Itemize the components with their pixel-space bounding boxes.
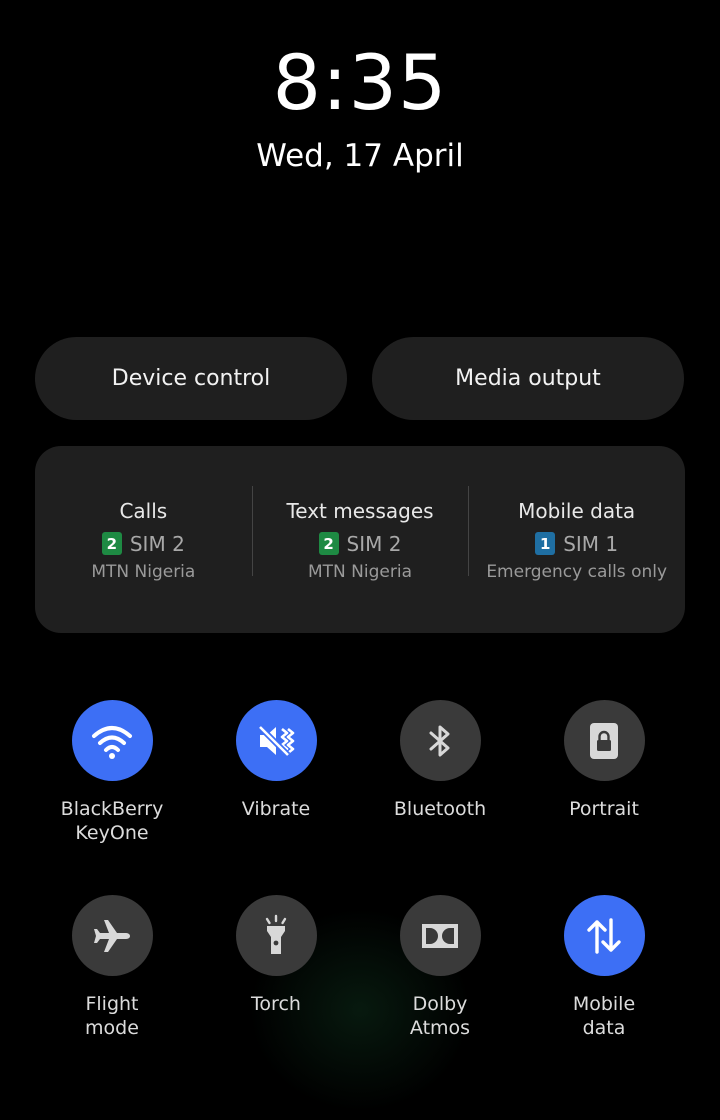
dolby-icon — [422, 923, 458, 948]
sim-setting-title: Mobile data — [518, 498, 636, 523]
tile-label: Dolby Atmos — [409, 993, 471, 1039]
tile-torch[interactable]: Torch — [194, 895, 358, 1016]
media-output-button[interactable]: Media output — [372, 337, 684, 420]
portrait-toggle[interactable] — [563, 700, 645, 781]
airplane-icon — [94, 919, 130, 952]
wifi-toggle[interactable] — [71, 700, 153, 781]
sim-setting-title: Text messages — [286, 498, 434, 523]
vibrate-toggle[interactable] — [235, 700, 317, 781]
sim-label: SIM 1 — [563, 531, 619, 556]
mobile-data-toggle[interactable] — [563, 895, 645, 976]
tile-label: Bluetooth — [393, 798, 487, 820]
sim-label: SIM 2 — [346, 531, 402, 556]
clock-date: Wed, 17 April — [256, 138, 464, 174]
tile-portrait[interactable]: Portrait — [522, 700, 686, 821]
tile-flight-mode[interactable]: Flight mode — [30, 895, 194, 1040]
torch-toggle[interactable] — [235, 895, 317, 976]
sim-carrier: Emergency calls only — [486, 561, 668, 582]
sim-card-icon: 2 — [101, 532, 122, 555]
sim-carrier: MTN Nigeria — [308, 561, 412, 582]
portrait-lock-icon — [590, 722, 618, 759]
sim-row: 2 SIM 2 — [101, 531, 185, 556]
tile-label: Mobile data — [572, 993, 636, 1039]
flight-mode-toggle[interactable] — [71, 895, 153, 976]
tile-label: Portrait — [569, 798, 639, 820]
tile-label: Vibrate — [241, 798, 311, 820]
sim-setting-mobile-data[interactable]: Mobile data 1 SIM 1 Emergency calls only — [468, 485, 685, 582]
torch-icon — [265, 914, 287, 954]
sim-setting-title: Calls — [119, 498, 168, 523]
tile-vibrate[interactable]: Vibrate — [194, 700, 358, 821]
tile-label: Flight mode — [85, 993, 139, 1039]
device-control-button[interactable]: Device control — [35, 337, 347, 420]
vibrate-icon — [257, 724, 295, 757]
tile-dolby-atmos[interactable]: Dolby Atmos — [358, 895, 522, 1040]
sim-setting-text-messages[interactable]: Text messages 2 SIM 2 MTN Nigeria — [251, 485, 469, 582]
sim-carrier: MTN Nigeria — [91, 561, 196, 582]
tile-mobile-data[interactable]: Mobile data — [522, 895, 686, 1040]
tile-label: Torch — [251, 993, 301, 1015]
wifi-icon — [92, 725, 132, 759]
mobile-data-icon — [587, 917, 621, 954]
sim-card-icon: 2 — [318, 532, 339, 555]
sim-label: SIM 2 — [129, 531, 185, 556]
bluetooth-toggle[interactable] — [399, 700, 481, 781]
tile-label: BlackBerry KeyOne — [60, 798, 164, 844]
dolby-atmos-toggle[interactable] — [399, 895, 481, 976]
tile-wifi[interactable]: BlackBerry KeyOne — [30, 700, 194, 845]
sim-setting-calls[interactable]: Calls 2 SIM 2 MTN Nigeria — [35, 498, 252, 582]
sim-card-icon: 1 — [535, 532, 556, 555]
sim-row: 1 SIM 1 — [535, 532, 618, 556]
clock-time: 8:35 — [272, 38, 448, 127]
sim-row: 2 SIM 2 — [318, 531, 402, 556]
tile-bluetooth[interactable]: Bluetooth — [358, 700, 522, 821]
sim-manager-panel[interactable]: Calls 2 SIM 2 MTN Nigeria Text messages … — [35, 446, 685, 633]
bluetooth-icon — [429, 725, 450, 756]
